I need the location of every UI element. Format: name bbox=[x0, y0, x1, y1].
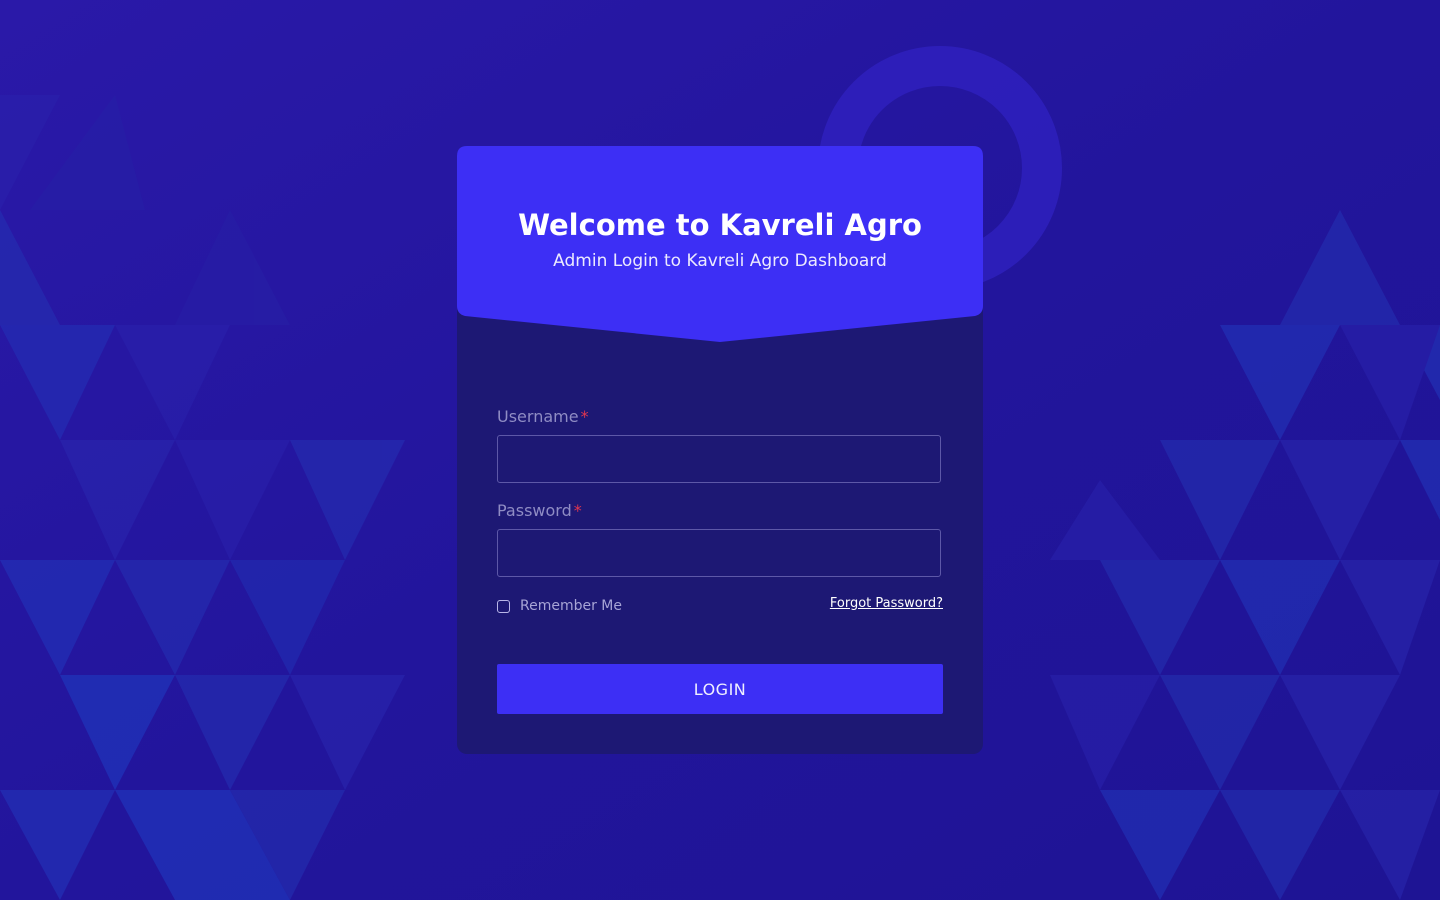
username-label: Username * bbox=[497, 407, 589, 426]
required-marker: * bbox=[573, 501, 582, 520]
page-title: Welcome to Kavreli Agro bbox=[457, 208, 983, 242]
remember-me-label: Remember Me bbox=[520, 598, 622, 614]
card-header: Welcome to Kavreli Agro Admin Login to K… bbox=[457, 146, 983, 342]
username-input[interactable] bbox=[497, 435, 941, 483]
password-label-text: Password bbox=[497, 501, 572, 520]
password-input[interactable] bbox=[497, 529, 941, 577]
username-label-text: Username bbox=[497, 407, 579, 426]
page-subtitle: Admin Login to Kavreli Agro Dashboard bbox=[553, 251, 887, 271]
required-marker: * bbox=[580, 407, 589, 426]
login-button[interactable]: LOGIN bbox=[497, 664, 943, 714]
login-card: Welcome to Kavreli Agro Admin Login to K… bbox=[457, 146, 983, 754]
remember-me-checkbox[interactable] bbox=[497, 599, 510, 613]
forgot-password-link[interactable]: Forgot Password? bbox=[830, 596, 943, 611]
brand-name: Kavreli Agro bbox=[719, 208, 922, 242]
password-label: Password * bbox=[497, 501, 582, 520]
remember-me[interactable]: Remember Me bbox=[497, 598, 622, 614]
welcome-prefix: Welcome to bbox=[518, 208, 720, 242]
